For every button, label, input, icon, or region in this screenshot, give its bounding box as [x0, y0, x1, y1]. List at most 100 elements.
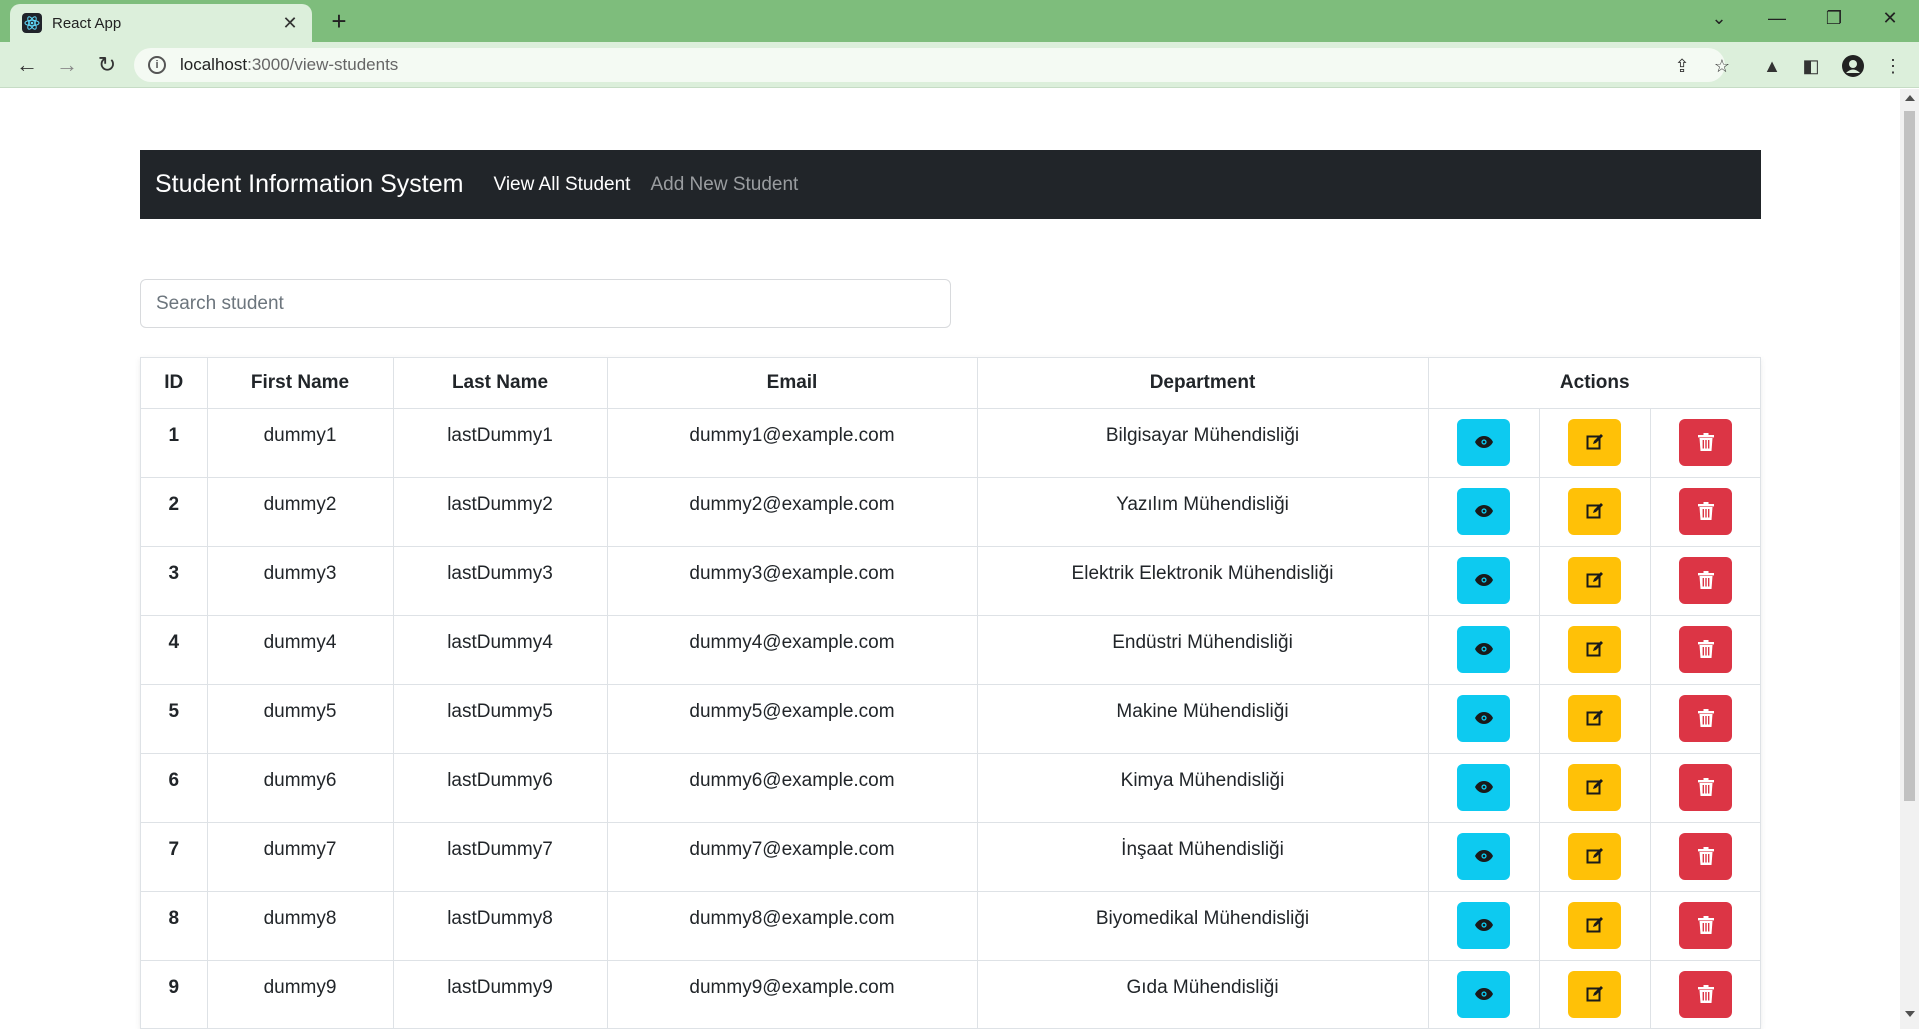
- delete-button[interactable]: [1679, 556, 1733, 604]
- view-button[interactable]: [1457, 694, 1510, 742]
- delete-button[interactable]: [1679, 418, 1733, 466]
- nav-add-new-student[interactable]: Add New Student: [650, 174, 798, 196]
- cell-id: 2: [141, 477, 208, 547]
- cell-view-action: [1428, 477, 1540, 547]
- scroll-down-icon[interactable]: [1905, 1011, 1915, 1017]
- info-icon[interactable]: i: [148, 56, 166, 74]
- cell-view-action: [1428, 408, 1540, 478]
- eye-svg: [1474, 850, 1493, 862]
- view-button[interactable]: [1457, 625, 1510, 673]
- cell-first-name: dummy1: [207, 408, 394, 478]
- forward-icon[interactable]: →: [52, 50, 82, 80]
- back-icon[interactable]: ←: [12, 50, 42, 80]
- cell-delete-action: [1650, 615, 1760, 685]
- browser-tab-strip: React App ✕ + ⌄ — ❐ ✕: [0, 0, 1919, 42]
- delete-button[interactable]: [1679, 832, 1733, 880]
- cell-edit-action: [1539, 408, 1651, 478]
- cell-department: Elektrik Elektronik Mühendisliği: [977, 546, 1429, 616]
- cell-id: 7: [141, 822, 208, 892]
- profile-icon[interactable]: [1842, 55, 1864, 77]
- cell-delete-action: [1650, 891, 1760, 961]
- cell-last-name: lastDummy9: [393, 960, 608, 1028]
- cell-first-name: dummy9: [207, 960, 394, 1028]
- star-icon[interactable]: ☆: [1711, 55, 1733, 77]
- cell-department: Yazılım Mühendisliği: [977, 477, 1429, 547]
- restore-icon[interactable]: ❐: [1819, 8, 1849, 29]
- search-input[interactable]: [140, 279, 951, 328]
- cell-email: dummy4@example.com: [607, 615, 978, 685]
- table-row: 9 dummy9 lastDummy9 dummy9@example.com Gıda …: [141, 960, 1760, 1028]
- cell-last-name: lastDummy5: [393, 684, 608, 754]
- new-tab-icon[interactable]: +: [326, 8, 352, 34]
- cell-email: dummy3@example.com: [607, 546, 978, 616]
- close-icon[interactable]: ✕: [280, 13, 300, 34]
- view-button[interactable]: [1457, 832, 1510, 880]
- cell-id: 4: [141, 615, 208, 685]
- edit-button[interactable]: [1568, 970, 1621, 1018]
- view-button[interactable]: [1457, 487, 1510, 535]
- browser-toolbar: ← → ↻ i localhost:3000/view-students ⇪ ☆…: [0, 42, 1919, 88]
- cell-delete-action: [1650, 684, 1760, 754]
- menu-icon[interactable]: ⋮: [1882, 55, 1904, 77]
- table-row: 7 dummy7 lastDummy7 dummy7@example.com İnşaa…: [141, 822, 1760, 892]
- eye-svg: [1474, 781, 1493, 793]
- cell-delete-action: [1650, 408, 1760, 478]
- address-bar[interactable]: i localhost:3000/view-students: [134, 48, 1725, 82]
- tab-search-icon[interactable]: ⌄: [1704, 8, 1734, 29]
- cell-id: 5: [141, 684, 208, 754]
- app-navbar: Student Information System View All Stud…: [140, 150, 1761, 219]
- table-row: 1 dummy1 lastDummy1 dummy1@example.com Bilgi…: [141, 408, 1760, 478]
- share-icon[interactable]: ⇪: [1671, 55, 1693, 77]
- delete-button[interactable]: [1679, 763, 1733, 811]
- scroll-up-icon[interactable]: [1905, 95, 1915, 101]
- cell-first-name: dummy4: [207, 615, 394, 685]
- edit-button[interactable]: [1568, 901, 1621, 949]
- cell-last-name: lastDummy6: [393, 753, 608, 823]
- reload-icon[interactable]: ↻: [92, 50, 122, 80]
- cell-email: dummy7@example.com: [607, 822, 978, 892]
- view-button[interactable]: [1457, 418, 1510, 466]
- edit-button[interactable]: [1568, 625, 1621, 673]
- window-close-icon[interactable]: ✕: [1875, 8, 1905, 29]
- labs-icon[interactable]: ▲: [1761, 55, 1783, 77]
- browser-tab[interactable]: React App ✕: [10, 4, 312, 42]
- edit-button[interactable]: [1568, 832, 1621, 880]
- view-button[interactable]: [1457, 763, 1510, 811]
- delete-button[interactable]: [1679, 901, 1733, 949]
- cell-view-action: [1428, 753, 1540, 823]
- cell-edit-action: [1539, 960, 1651, 1028]
- edit-button[interactable]: [1568, 487, 1621, 535]
- eye-svg: [1474, 505, 1493, 517]
- delete-button[interactable]: [1679, 487, 1733, 535]
- page-scrollbar[interactable]: [1900, 89, 1919, 1029]
- minimize-icon[interactable]: —: [1762, 8, 1792, 29]
- cell-email: dummy6@example.com: [607, 753, 978, 823]
- navbar-brand[interactable]: Student Information System: [155, 170, 463, 199]
- cell-last-name: lastDummy2: [393, 477, 608, 547]
- cell-department: İnşaat Mühendisliği: [977, 822, 1429, 892]
- delete-button[interactable]: [1679, 625, 1733, 673]
- cell-department: Biyomedikal Mühendisliği: [977, 891, 1429, 961]
- header-department: Department: [977, 358, 1429, 409]
- side-panel-icon[interactable]: ◧: [1800, 55, 1822, 77]
- edit-button[interactable]: [1568, 556, 1621, 604]
- delete-button[interactable]: [1679, 694, 1733, 742]
- view-button[interactable]: [1457, 556, 1510, 604]
- cell-edit-action: [1539, 684, 1651, 754]
- cell-last-name: lastDummy8: [393, 891, 608, 961]
- table-row: 3 dummy3 lastDummy3 dummy3@example.com Elekt…: [141, 546, 1760, 616]
- scroll-thumb[interactable]: [1904, 111, 1915, 801]
- view-button[interactable]: [1457, 901, 1510, 949]
- nav-view-all-students[interactable]: View All Student: [493, 174, 630, 196]
- tab-title: React App: [52, 14, 122, 32]
- cell-first-name: dummy5: [207, 684, 394, 754]
- delete-button[interactable]: [1679, 970, 1733, 1018]
- edit-button[interactable]: [1568, 694, 1621, 742]
- cell-view-action: [1428, 891, 1540, 961]
- eye-svg: [1474, 988, 1493, 1000]
- cell-first-name: dummy3: [207, 546, 394, 616]
- edit-button[interactable]: [1568, 763, 1621, 811]
- cell-id: 9: [141, 960, 208, 1028]
- edit-button[interactable]: [1568, 418, 1621, 466]
- view-button[interactable]: [1457, 970, 1510, 1018]
